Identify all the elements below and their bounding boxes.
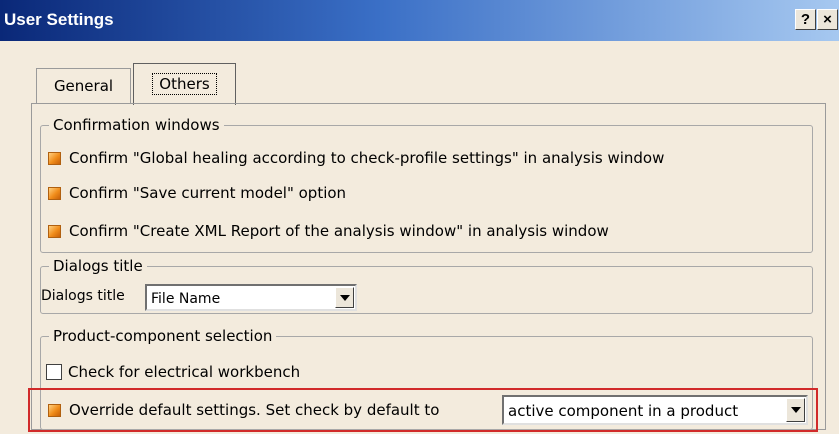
override-default-label: Override default settings. Set check by … xyxy=(69,401,440,419)
tab-others[interactable]: Others xyxy=(133,63,236,105)
dialogs-title-legend: Dialogs title xyxy=(49,256,147,276)
confirm-xml-report-label: Confirm "Create XML Report of the analys… xyxy=(69,222,609,240)
help-button[interactable]: ? xyxy=(795,9,816,30)
confirm-xml-report-row[interactable]: Confirm "Create XML Report of the analys… xyxy=(48,222,609,240)
tab-general[interactable]: General xyxy=(36,68,131,104)
close-button[interactable]: × xyxy=(817,9,838,30)
confirm-save-model-checkbox[interactable] xyxy=(48,186,61,200)
confirm-global-healing-label: Confirm "Global healing according to che… xyxy=(69,149,665,167)
window-title: User Settings xyxy=(4,10,114,29)
dialogs-title-label: Dialogs title xyxy=(41,288,125,304)
confirm-xml-report-checkbox[interactable] xyxy=(48,224,61,238)
confirm-global-healing-row[interactable]: Confirm "Global healing according to che… xyxy=(48,149,664,167)
default-check-value: active component in a product xyxy=(508,402,739,420)
chevron-down-icon xyxy=(340,294,350,301)
confirm-save-model-row[interactable]: Confirm "Save current model" option xyxy=(48,184,346,202)
tab-general-label: General xyxy=(53,77,114,95)
confirm-save-model-label: Confirm "Save current model" option xyxy=(69,184,347,202)
product-component-legend: Product-component selection xyxy=(49,326,277,346)
electrical-workbench-label: Check for electrical workbench xyxy=(68,363,301,381)
chevron-down-icon xyxy=(791,407,801,413)
override-default-row[interactable]: Override default settings. Set check by … xyxy=(48,401,439,419)
dialogs-title-dropdown-button[interactable] xyxy=(335,287,354,308)
title-bar: User Settings ? × xyxy=(0,0,839,41)
default-check-select[interactable]: active component in a product xyxy=(502,395,808,425)
confirmation-windows-legend: Confirmation windows xyxy=(49,115,224,135)
electrical-workbench-row[interactable]: Check for electrical workbench xyxy=(46,363,300,381)
confirm-global-healing-checkbox[interactable] xyxy=(48,151,61,165)
dialogs-title-value: File Name xyxy=(151,291,221,307)
electrical-workbench-checkbox[interactable] xyxy=(46,364,62,380)
tab-others-label: Others xyxy=(152,73,217,95)
override-default-checkbox[interactable] xyxy=(48,403,61,417)
default-check-dropdown-button[interactable] xyxy=(786,398,805,422)
dialogs-title-select[interactable]: File Name xyxy=(145,284,357,311)
